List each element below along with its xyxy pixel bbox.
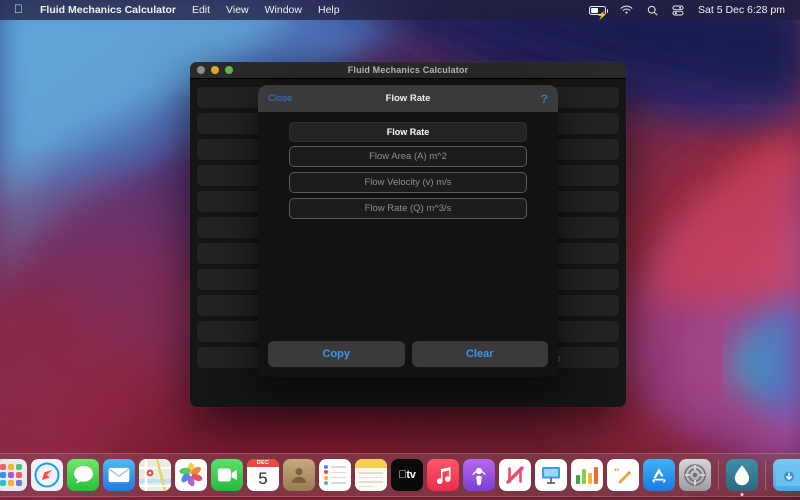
dock-item-calendar[interactable]: DEC 5 <box>247 459 279 491</box>
modal-body: Flow Rate Flow Area (A) m^2 Flow Velocit… <box>258 112 558 219</box>
menu-bar-status: ⚡ Sat 5 Dec 6:28 pm <box>582 0 792 20</box>
dock-item-reminders[interactable] <box>319 459 351 491</box>
help-icon[interactable]: ? <box>541 93 548 105</box>
system-preferences-icon <box>679 459 711 491</box>
dock-item-facetime[interactable] <box>211 459 243 491</box>
modal-title: Flow Rate <box>385 93 431 104</box>
podcasts-icon <box>463 459 495 491</box>
numbers-icon <box>571 459 603 491</box>
photos-icon <box>175 459 207 491</box>
dock-item-notes[interactable] <box>355 459 387 491</box>
news-icon <box>499 459 531 491</box>
menu-bar:  Fluid Mechanics Calculator Edit View W… <box>0 0 800 20</box>
dock-item-pages[interactable]: “ <box>607 459 639 491</box>
downloads-folder-icon <box>773 459 800 491</box>
dock-item-numbers[interactable] <box>571 459 603 491</box>
notes-icon <box>355 459 387 491</box>
menu-item-help[interactable]: Help <box>310 0 348 20</box>
dock-item-safari[interactable] <box>31 459 63 491</box>
fluid-mechanics-calculator-icon <box>726 459 758 491</box>
flow-rate-input[interactable]: Flow Rate (Q) m^3/s <box>289 198 527 219</box>
dock: DEC 5 tv “ <box>0 453 800 497</box>
dock-item-appletv[interactable]: tv <box>391 459 423 491</box>
menu-app-name[interactable]: Fluid Mechanics Calculator <box>32 0 184 20</box>
control-center-icon[interactable] <box>665 5 691 16</box>
dock-item-fluid-mechanics-calculator[interactable] <box>726 459 758 496</box>
calendar-icon: DEC 5 <box>247 459 279 491</box>
music-icon <box>427 459 459 491</box>
menu-item-view[interactable]: View <box>218 0 257 20</box>
svg-text:“: “ <box>614 466 620 478</box>
modal-close-button[interactable]: Close <box>268 93 292 104</box>
mail-icon <box>103 459 135 491</box>
dock-item-mail[interactable] <box>103 459 135 491</box>
clear-button[interactable]: Clear <box>411 341 548 367</box>
traffic-lights <box>197 66 233 74</box>
dock-item-system-preferences[interactable] <box>679 459 711 491</box>
menu-bar-datetime[interactable]: Sat 5 Dec 6:28 pm <box>691 0 792 20</box>
safari-icon <box>31 459 63 491</box>
close-window-button[interactable] <box>197 66 205 74</box>
running-indicator <box>740 493 744 496</box>
messages-icon <box>67 459 99 491</box>
window-title-bar[interactable]: Fluid Mechanics Calculator <box>190 62 626 79</box>
window-title: Fluid Mechanics Calculator <box>347 65 469 75</box>
dock-item-photos[interactable] <box>175 459 207 491</box>
modal-fields: Flow Rate Flow Area (A) m^2 Flow Velocit… <box>258 122 558 219</box>
zoom-window-button[interactable] <box>225 66 233 74</box>
dock-item-appstore[interactable] <box>643 459 675 491</box>
spotlight-search-icon[interactable] <box>640 5 665 16</box>
contacts-icon <box>283 459 315 491</box>
dock-item-contacts[interactable] <box>283 459 315 491</box>
apple-logo-icon[interactable]:  <box>8 0 32 19</box>
battery-charging-icon[interactable]: ⚡ <box>582 5 613 20</box>
wifi-icon[interactable] <box>613 5 640 15</box>
menu-item-window[interactable]: Window <box>257 0 310 20</box>
minimize-window-button[interactable] <box>211 66 219 74</box>
appletv-icon: tv <box>391 459 423 491</box>
flow-velocity-input[interactable]: Flow Velocity (v) m/s <box>289 172 527 193</box>
dock-item-launchpad[interactable] <box>0 459 27 491</box>
dock-item-news[interactable] <box>499 459 531 491</box>
menu-bar-left:  Fluid Mechanics Calculator Edit View W… <box>8 0 582 20</box>
copy-button[interactable]: Copy <box>268 341 405 367</box>
dock-item-podcasts[interactable] <box>463 459 495 491</box>
facetime-icon <box>211 459 243 491</box>
maps-icon <box>139 459 171 491</box>
dock-item-maps[interactable] <box>139 459 171 491</box>
keynote-icon <box>535 459 567 491</box>
dock-item-music[interactable] <box>427 459 459 491</box>
dock-separator <box>718 460 719 490</box>
modal-footer: Copy Clear <box>258 331 558 377</box>
pages-icon: “ <box>607 459 639 491</box>
dock-separator <box>765 460 766 490</box>
dock-item-keynote[interactable] <box>535 459 567 491</box>
flow-rate-result-field: Flow Rate <box>289 122 527 142</box>
reminders-icon <box>319 459 351 491</box>
flow-rate-modal[interactable]: Close Flow Rate ? Flow Rate Flow Area (A… <box>258 85 558 377</box>
launchpad-icon <box>0 459 27 491</box>
appstore-icon <box>643 459 675 491</box>
flow-area-input[interactable]: Flow Area (A) m^2 <box>289 146 527 167</box>
dock-item-downloads-folder[interactable] <box>773 459 800 491</box>
menu-item-edit[interactable]: Edit <box>184 0 218 20</box>
modal-header: Close Flow Rate ? <box>258 85 558 112</box>
dock-item-messages[interactable] <box>67 459 99 491</box>
